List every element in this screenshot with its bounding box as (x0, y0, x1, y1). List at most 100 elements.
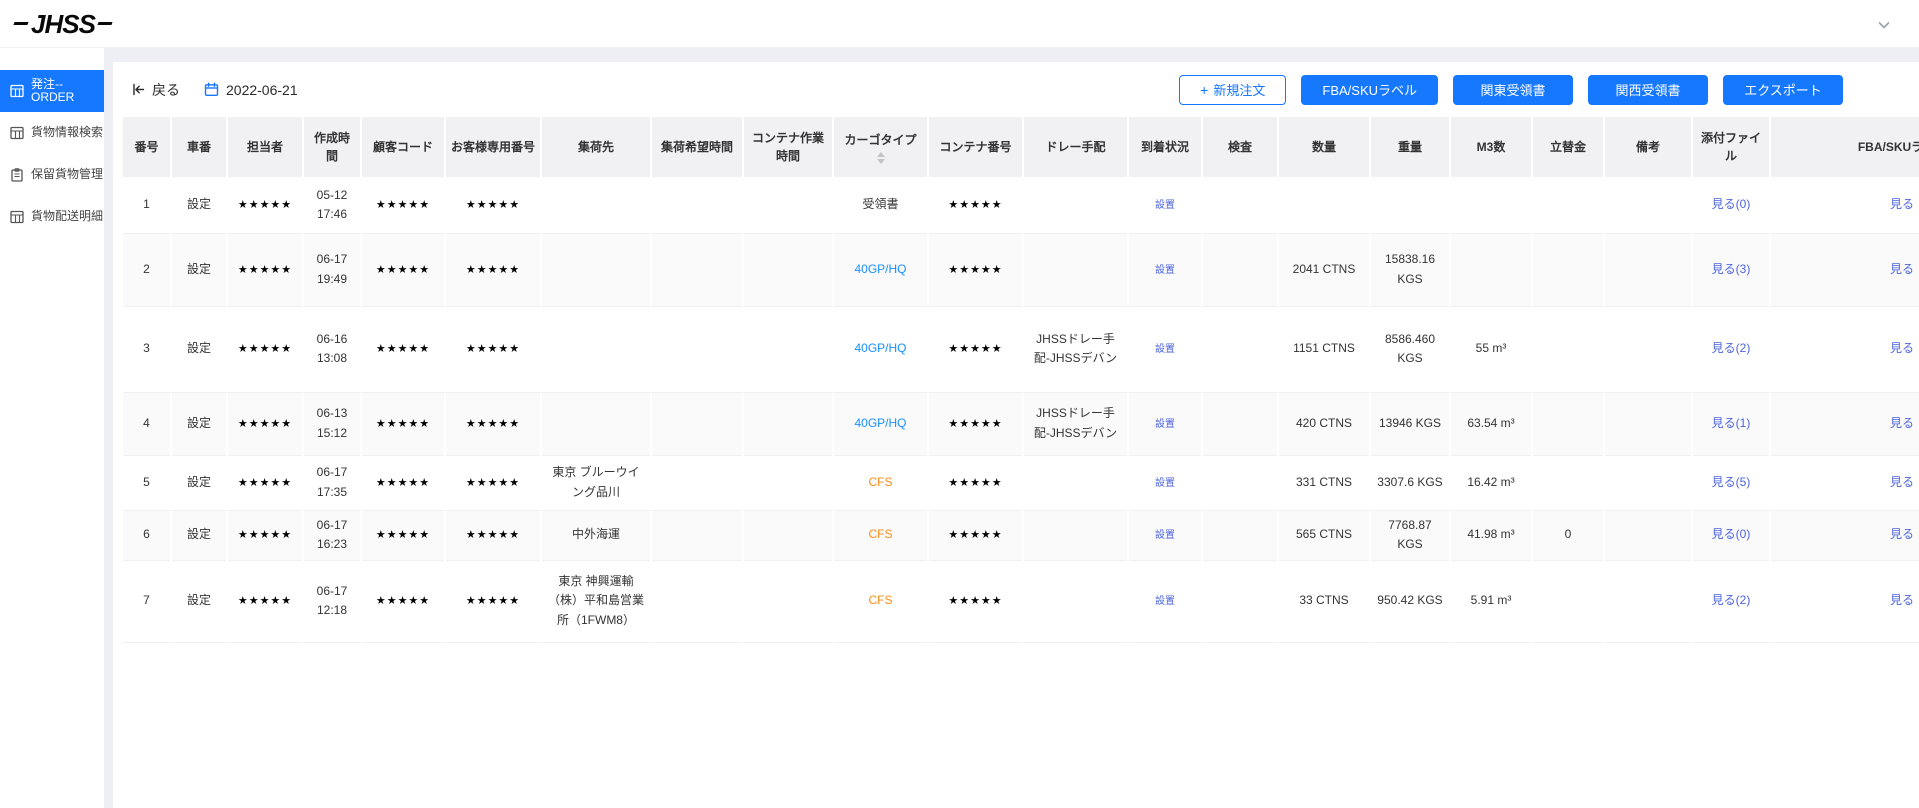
cell-cargo-type: 受領書 (833, 177, 928, 233)
col-header-attachment: 添付ファイル (1692, 117, 1770, 177)
cell-cust-no: ★★★★★ (445, 392, 541, 455)
chevron-down-icon[interactable] (1877, 18, 1891, 37)
col-header-container-worktime: コンテナ作業時間 (743, 117, 833, 177)
sidebar-item-hold-cargo[interactable]: 保留貨物管理 (0, 154, 104, 196)
col-header-arrival: 到着状況 (1128, 117, 1202, 177)
cell-advance (1532, 455, 1604, 510)
cell-weight: 13946 KGS (1370, 392, 1450, 455)
cell-inspection (1202, 560, 1278, 642)
cell-staff: ★★★★★ (227, 233, 303, 306)
cell-dray (1023, 455, 1128, 510)
arrow-left-to-bar-icon (131, 82, 146, 97)
cell-dray: JHSSドレー手配-JHSSデバン (1023, 306, 1128, 392)
col-header-created: 作成時間 (303, 117, 361, 177)
export-button[interactable]: エクスポート (1723, 75, 1843, 105)
logo-text: JHSS (31, 11, 95, 37)
cell-container-no: ★★★★★ (928, 455, 1023, 510)
cell-remarks (1604, 560, 1692, 642)
sidebar-item-label: 貨物情報検索 (31, 126, 103, 139)
back-label: 戻る (152, 80, 180, 100)
orders-table-wrap: 番号車番担当者作成時間顧客コードお客様専用番号集荷先集荷希望時間コンテナ作業時間… (113, 117, 1919, 643)
kansai-receipt-button[interactable]: 関西受領書 (1588, 75, 1708, 105)
cell-fba-sku[interactable]: 見る (1770, 560, 1919, 642)
kanto-receipt-button[interactable]: 関東受領書 (1453, 75, 1573, 105)
cell-arrival[interactable]: 設置 (1128, 510, 1202, 560)
sidebar-item-label: 発注--ORDER (31, 78, 104, 104)
cell-weight: 7768.87 KGS (1370, 510, 1450, 560)
cell-fba-sku[interactable]: 見る (1770, 510, 1919, 560)
col-header-m3: M3数 (1450, 117, 1532, 177)
cell-no: 3 (123, 306, 171, 392)
cell-advance (1532, 392, 1604, 455)
col-header-qty: 数量 (1278, 117, 1370, 177)
cell-m3: 5.91 m³ (1450, 560, 1532, 642)
cell-fba-sku[interactable]: 見る (1770, 306, 1919, 392)
cell-dray: JHSSドレー手配-JHSSデバン (1023, 392, 1128, 455)
cell-container-worktime (743, 560, 833, 642)
col-header-cargo-type[interactable]: カーゴタイプ (833, 117, 928, 177)
sidebar-item-delivery-detail[interactable]: 貨物配送明細 (0, 196, 104, 238)
cell-m3: 41.98 m³ (1450, 510, 1532, 560)
cell-arrival[interactable]: 設置 (1128, 455, 1202, 510)
app-logo: JHSS (14, 11, 112, 37)
cell-attachment[interactable]: 見る(5) (1692, 455, 1770, 510)
fba-sku-label-button[interactable]: FBA/SKUラベル (1301, 75, 1438, 105)
cell-inspection (1202, 510, 1278, 560)
col-header-cust-no: お客様専用番号 (445, 117, 541, 177)
cell-advance (1532, 306, 1604, 392)
col-header-weight: 重量 (1370, 117, 1450, 177)
sidebar-item-cargo-search[interactable]: 貨物情報検索 (0, 112, 104, 154)
table-icon (10, 210, 24, 224)
sidebar: 発注--ORDER 貨物情報検索 保留貨物管理 貨物配送明細 (0, 48, 104, 808)
cell-no: 2 (123, 233, 171, 306)
cell-truck: 設定 (171, 306, 227, 392)
cell-fba-sku[interactable]: 見る (1770, 233, 1919, 306)
new-order-button[interactable]: + 新規注文 (1179, 75, 1286, 105)
cell-cargo-type[interactable]: 40GP/HQ (833, 392, 928, 455)
cell-container-worktime (743, 177, 833, 233)
cell-qty (1278, 177, 1370, 233)
cell-container-worktime (743, 233, 833, 306)
cell-inspection (1202, 392, 1278, 455)
cell-attachment[interactable]: 見る(2) (1692, 306, 1770, 392)
cell-truck: 設定 (171, 455, 227, 510)
orders-table: 番号車番担当者作成時間顧客コードお客様専用番号集荷先集荷希望時間コンテナ作業時間… (123, 117, 1919, 643)
cell-fba-sku[interactable]: 見る (1770, 455, 1919, 510)
cell-cust-no: ★★★★★ (445, 177, 541, 233)
cell-inspection (1202, 455, 1278, 510)
cell-pickup-time (651, 177, 743, 233)
cell-remarks (1604, 306, 1692, 392)
cell-attachment[interactable]: 見る(3) (1692, 233, 1770, 306)
cell-truck: 設定 (171, 177, 227, 233)
date-picker[interactable]: 2022-06-21 (204, 82, 298, 98)
cell-pickup-time (651, 392, 743, 455)
table-row: 6設定★★★★★06-17 16:23★★★★★★★★★★中外海運CFS★★★★… (123, 510, 1919, 560)
cell-pickup-place (541, 177, 651, 233)
cell-arrival[interactable]: 設置 (1128, 233, 1202, 306)
cell-cust-code: ★★★★★ (361, 455, 445, 510)
cell-created: 06-16 13:08 (303, 306, 361, 392)
cell-fba-sku[interactable]: 見る (1770, 392, 1919, 455)
cell-cargo-type[interactable]: 40GP/HQ (833, 233, 928, 306)
col-header-advance: 立替金 (1532, 117, 1604, 177)
back-button[interactable]: 戻る (131, 80, 180, 100)
cell-attachment[interactable]: 見る(0) (1692, 177, 1770, 233)
cell-attachment[interactable]: 見る(0) (1692, 510, 1770, 560)
cell-cargo-type[interactable]: 40GP/HQ (833, 306, 928, 392)
cell-arrival[interactable]: 設置 (1128, 177, 1202, 233)
cell-arrival[interactable]: 設置 (1128, 560, 1202, 642)
cell-truck: 設定 (171, 392, 227, 455)
cell-fba-sku[interactable]: 見る (1770, 177, 1919, 233)
table-row: 3設定★★★★★06-16 13:08★★★★★★★★★★40GP/HQ★★★★… (123, 306, 1919, 392)
cell-qty: 565 CTNS (1278, 510, 1370, 560)
cell-attachment[interactable]: 見る(2) (1692, 560, 1770, 642)
cell-pickup-time (651, 510, 743, 560)
cell-attachment[interactable]: 見る(1) (1692, 392, 1770, 455)
cell-qty: 2041 CTNS (1278, 233, 1370, 306)
cell-cust-code: ★★★★★ (361, 233, 445, 306)
cell-pickup-place: 東京 ブルーウイング品川 (541, 455, 651, 510)
sidebar-item-order[interactable]: 発注--ORDER (0, 70, 104, 112)
sort-carets-icon[interactable] (877, 152, 885, 164)
cell-arrival[interactable]: 設置 (1128, 392, 1202, 455)
cell-arrival[interactable]: 設置 (1128, 306, 1202, 392)
